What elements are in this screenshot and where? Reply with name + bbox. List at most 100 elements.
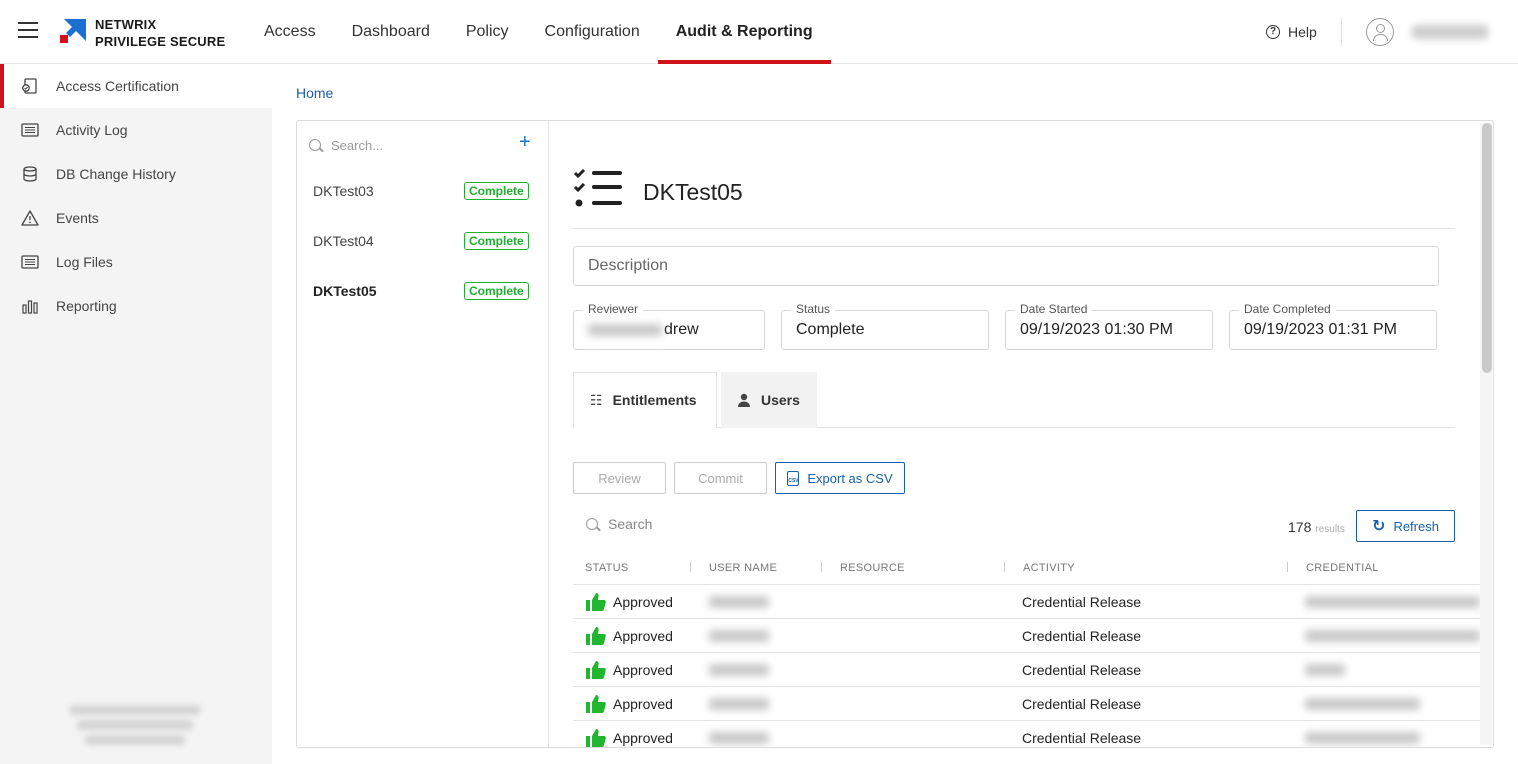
search-icon	[309, 139, 321, 151]
main-card: Search... + DKTest03 Complete DKTest04 C…	[296, 120, 1494, 748]
row-activity: Credential Release	[1022, 594, 1142, 610]
sidebar-item-label: DB Change History	[56, 166, 176, 182]
column-header-activity[interactable]: ACTIVITY	[1023, 562, 1075, 574]
certification-detail: DKTest05 Description Reviewer drew Statu…	[550, 121, 1480, 747]
column-resizer[interactable]	[1004, 562, 1005, 572]
refresh-label: Refresh	[1393, 518, 1439, 534]
row-activity: Credential Release	[1022, 628, 1142, 644]
nav-access[interactable]: Access	[246, 0, 334, 64]
reviewer-field[interactable]: Reviewer drew	[573, 302, 765, 350]
sidebar-item-label: Reporting	[56, 298, 117, 314]
date-completed-label: Date Completed	[1239, 302, 1336, 316]
user-name-redacted	[709, 596, 769, 608]
sidebar-item-access-certification[interactable]: Access Certification	[0, 64, 272, 108]
certification-list: Search... + DKTest03 Complete DKTest04 C…	[297, 121, 549, 747]
nav-audit-reporting[interactable]: Audit & Reporting	[657, 0, 831, 64]
credential-redacted	[1305, 664, 1345, 676]
status-badge: Complete	[464, 232, 529, 250]
list-item[interactable]: DKTest03 Complete	[297, 166, 549, 216]
help-button[interactable]: ? Help	[1266, 24, 1317, 40]
status-field[interactable]: Status Complete	[781, 302, 989, 350]
access-certification-icon	[22, 78, 37, 94]
table-row[interactable]: Approved Credential Release	[573, 687, 1480, 721]
row-status: Approved	[613, 628, 673, 644]
bar-chart-icon	[22, 300, 38, 314]
sidebar-item-reporting[interactable]: Reporting	[0, 284, 272, 328]
status-badge: Complete	[464, 182, 529, 200]
column-header-credential[interactable]: CREDENTIAL	[1306, 562, 1379, 574]
column-resizer[interactable]	[1287, 562, 1288, 572]
row-activity: Credential Release	[1022, 696, 1142, 712]
avatar-icon[interactable]	[1366, 18, 1394, 46]
description-field[interactable]: Description	[573, 246, 1439, 286]
status-value: Complete	[796, 321, 865, 338]
table-row[interactable]: Approved Credential Release	[573, 619, 1480, 653]
column-header-resource[interactable]: RESOURCE	[840, 562, 905, 574]
warning-icon	[21, 210, 39, 226]
tab-label: Users	[761, 392, 800, 408]
thumbs-up-icon	[586, 695, 606, 713]
list-item[interactable]: DKTest04 Complete	[297, 216, 549, 266]
sidebar-item-label: Events	[56, 210, 99, 226]
list-item-name: DKTest04	[313, 233, 374, 249]
user-name-redacted	[709, 698, 769, 710]
sidebar-item-label: Access Certification	[56, 78, 179, 94]
page-title: DKTest05	[643, 179, 743, 205]
row-status: Approved	[613, 696, 673, 712]
results-label: results	[1315, 524, 1345, 535]
user-name-redacted	[709, 630, 769, 642]
nav-policy[interactable]: Policy	[448, 0, 527, 64]
table-row[interactable]: Approved Credential Release	[573, 585, 1480, 619]
row-activity: Credential Release	[1022, 730, 1142, 746]
brand-name: NETWRIX PRIVILEGE SECURE	[95, 17, 226, 49]
date-completed-field[interactable]: Date Completed 09/19/2023 01:31 PM	[1229, 302, 1437, 350]
help-icon: ?	[1266, 25, 1280, 39]
breadcrumb-home[interactable]: Home	[296, 85, 333, 101]
add-icon[interactable]: +	[519, 132, 531, 152]
commit-button[interactable]: Commit	[674, 462, 767, 494]
table-row[interactable]: Approved Credential Release	[573, 721, 1480, 747]
column-header-user-name[interactable]: USER NAME	[709, 562, 777, 574]
date-started-value: 09/19/2023 01:30 PM	[1020, 321, 1174, 338]
list-item-name: DKTest05	[313, 283, 377, 299]
column-header-status[interactable]: STATUS	[585, 562, 629, 574]
row-activity: Credential Release	[1022, 662, 1142, 678]
description-placeholder: Description	[588, 257, 669, 274]
table-row[interactable]: Approved Credential Release	[573, 653, 1480, 687]
header-divider	[1341, 18, 1342, 46]
column-resizer[interactable]	[821, 562, 822, 572]
database-icon	[23, 166, 37, 182]
activity-log-icon	[21, 123, 39, 137]
list-search-placeholder: Search...	[331, 137, 384, 153]
list-item-selected[interactable]: DKTest05 Complete	[297, 266, 549, 316]
refresh-icon: ↻	[1372, 518, 1386, 535]
user-name-redacted	[709, 732, 769, 744]
copyright-redacted	[60, 700, 210, 750]
export-csv-button[interactable]: CSV Export as CSV	[775, 462, 905, 494]
date-completed-value: 09/19/2023 01:31 PM	[1244, 321, 1398, 338]
detail-scrollbar[interactable]	[1480, 123, 1492, 745]
review-button[interactable]: Review	[573, 462, 666, 494]
tab-users[interactable]: Users	[721, 372, 817, 428]
refresh-button[interactable]: ↻ Refresh	[1356, 510, 1455, 542]
nav-dashboard[interactable]: Dashboard	[334, 0, 448, 64]
nav-configuration[interactable]: Configuration	[527, 0, 658, 64]
thumbs-up-icon	[586, 729, 606, 747]
grid-search-input[interactable]: Search	[586, 516, 652, 532]
date-started-field[interactable]: Date Started 09/19/2023 01:30 PM	[1005, 302, 1213, 350]
sidebar-item-events[interactable]: Events	[0, 196, 272, 240]
sidebar-item-label: Activity Log	[56, 122, 128, 138]
column-resizer[interactable]	[690, 562, 691, 572]
username-redacted[interactable]	[1412, 25, 1488, 39]
sidebar-item-db-change-history[interactable]: DB Change History	[0, 152, 272, 196]
sidebar-item-activity-log[interactable]: Activity Log	[0, 108, 272, 152]
row-status: Approved	[613, 662, 673, 678]
list-search-input[interactable]: Search...	[309, 135, 499, 155]
scrollbar-thumb[interactable]	[1482, 123, 1492, 373]
csv-file-icon: CSV	[787, 470, 800, 486]
sidebar-item-log-files[interactable]: Log Files	[0, 240, 272, 284]
status-badge: Complete	[464, 282, 529, 300]
results-number: 178	[1288, 519, 1312, 535]
tab-entitlements[interactable]: ☷ Entitlements	[573, 372, 717, 428]
menu-icon[interactable]	[18, 22, 38, 40]
